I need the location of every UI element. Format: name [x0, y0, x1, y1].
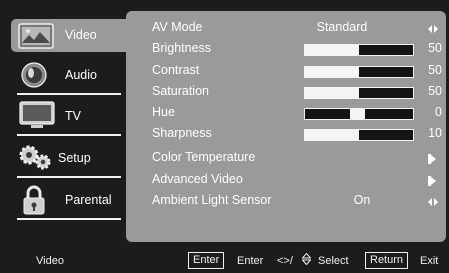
advanced-video-label: Advanced Video: [152, 172, 243, 186]
return-key: Return: [365, 252, 409, 269]
sidebar-item-tv[interactable]: TV: [11, 100, 123, 136]
hue-slider[interactable]: [304, 108, 414, 120]
contrast-slider[interactable]: [304, 66, 414, 78]
color-temperature-label: Color Temperature: [152, 150, 256, 164]
left-right-arrows-icon: [428, 196, 438, 206]
settings-osd: Video Audio TV Setup Parental AV Mode St…: [0, 0, 449, 273]
sharpness-label: Sharpness: [152, 126, 212, 140]
ambient-light-sensor-row[interactable]: Ambient Light Sensor On: [152, 192, 442, 210]
sidebar-item-label: Video: [65, 28, 97, 42]
padlock-icon: [23, 185, 45, 218]
brightness-label: Brightness: [152, 41, 212, 55]
hue-value: 0: [435, 105, 442, 119]
av-mode-label: AV Mode: [152, 20, 203, 34]
sidebar-divider: [17, 93, 121, 95]
enter-label: Enter: [237, 255, 264, 267]
ambient-light-sensor-value: On: [353, 193, 371, 207]
saturation-label: Saturation: [152, 84, 209, 98]
sidebar-item-label: TV: [65, 109, 81, 123]
contrast-value: 50: [428, 63, 442, 77]
sharpness-row[interactable]: Sharpness 10: [152, 125, 442, 143]
av-mode-row[interactable]: AV Mode Standard: [152, 19, 442, 37]
hue-row[interactable]: Hue 0: [152, 104, 442, 122]
color-temperature-row[interactable]: Color Temperature: [152, 149, 442, 167]
sidebar-item-setup[interactable]: Setup: [11, 142, 123, 178]
picture-icon: [18, 23, 54, 52]
sidebar-item-label: Setup: [58, 151, 91, 165]
contrast-label: Contrast: [152, 63, 200, 77]
footer-context: Video: [36, 255, 64, 267]
footer-bar: Video Enter Enter <>/ Select Return Exit: [0, 246, 449, 273]
contrast-row[interactable]: Contrast 50: [152, 62, 442, 80]
saturation-value: 50: [428, 84, 442, 98]
sidebar-item-label: Parental: [65, 193, 112, 207]
slider-fill: [305, 88, 359, 98]
sidebar-item-audio[interactable]: Audio: [11, 59, 123, 95]
slider-fill: [305, 45, 359, 55]
sidebar-divider: [17, 218, 121, 220]
ambient-light-sensor-label: Ambient Light Sensor: [152, 193, 272, 207]
advanced-video-row[interactable]: Advanced Video: [152, 171, 442, 189]
sharpness-slider[interactable]: [304, 129, 414, 141]
left-right-arrows-icon: [428, 23, 438, 33]
submenu-arrow-icon: [428, 153, 436, 164]
brightness-slider[interactable]: [304, 44, 414, 56]
slider-fill: [305, 130, 359, 140]
tv-icon: [19, 101, 55, 132]
saturation-row[interactable]: Saturation 50: [152, 83, 442, 101]
sidebar-item-label: Audio: [65, 68, 97, 82]
sidebar-divider: [17, 134, 121, 136]
select-label: Select: [318, 255, 349, 267]
exit-label: Exit: [420, 255, 439, 267]
nav-symbols: <>/: [277, 255, 293, 267]
enter-key: Enter: [188, 252, 225, 269]
sharpness-value: 10: [428, 126, 442, 140]
brightness-value: 50: [428, 41, 442, 55]
sidebar-divider: [17, 176, 121, 178]
submenu-arrow-icon: [428, 175, 436, 186]
slider-center-marker: [350, 109, 366, 119]
speaker-icon: [21, 62, 47, 91]
hue-label: Hue: [152, 105, 175, 119]
up-down-arrow-icon: [301, 252, 312, 268]
gears-icon: [18, 144, 52, 175]
brightness-row[interactable]: Brightness 50: [152, 40, 442, 58]
sidebar-item-video[interactable]: Video: [11, 19, 131, 52]
slider-fill: [305, 67, 359, 77]
sidebar-item-parental[interactable]: Parental: [11, 184, 123, 220]
saturation-slider[interactable]: [304, 87, 414, 99]
av-mode-value: Standard: [316, 20, 368, 34]
